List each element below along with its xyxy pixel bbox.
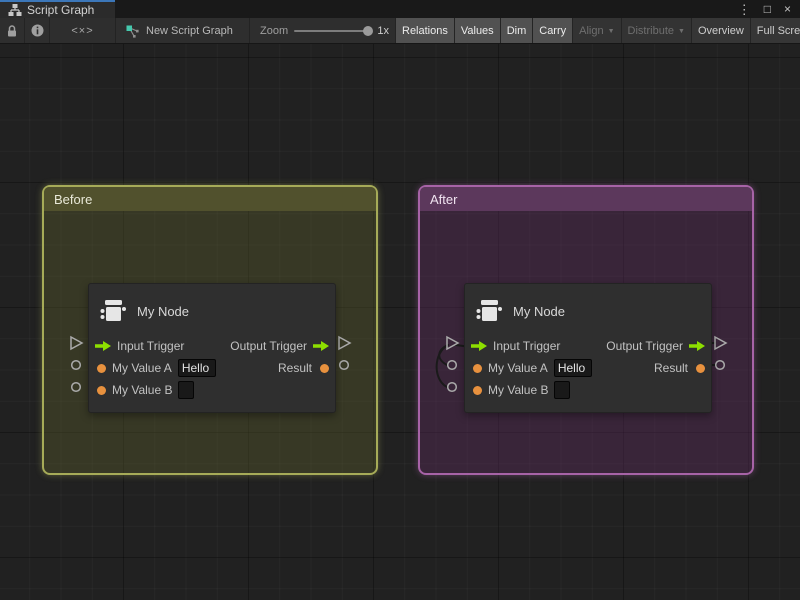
script-graph-window: Script Graph ⋮ □ × <×>: [0, 0, 800, 600]
caret-down-icon: ▼: [678, 28, 685, 35]
carry-button[interactable]: Carry: [532, 18, 572, 43]
value-b-port[interactable]: [72, 383, 81, 392]
window-menu-icon[interactable]: ⋮: [738, 3, 751, 16]
caret-down-icon: ▼: [608, 28, 615, 35]
group-before[interactable]: Before My Node: [42, 185, 378, 475]
dim-button[interactable]: Dim: [500, 18, 533, 43]
graph-canvas[interactable]: Before My Node: [0, 44, 800, 600]
value-b-label: My Value B: [488, 383, 548, 397]
group-after[interactable]: After: [418, 185, 754, 475]
trigger-arrow-icon: [313, 341, 329, 351]
group-after-header[interactable]: After: [420, 187, 752, 211]
info-icon: [31, 24, 44, 37]
lock-icon: [6, 24, 18, 38]
value-port-icon: [696, 364, 705, 373]
lock-button[interactable]: [0, 18, 25, 43]
full-screen-button[interactable]: Full Screen: [750, 18, 800, 43]
code-view-button[interactable]: <×>: [50, 18, 116, 43]
graph-toolbar: <×> New Script Graph Zoom 1x Relations V…: [0, 18, 800, 44]
maximize-icon[interactable]: □: [764, 3, 771, 15]
node-title: My Node: [513, 304, 565, 319]
result-label: Result: [654, 361, 688, 375]
value-b-input[interactable]: [178, 381, 194, 399]
distribute-button[interactable]: Distribute ▼: [621, 18, 691, 43]
zoom-label: Zoom: [260, 25, 288, 37]
input-trigger-label: Input Trigger: [493, 339, 560, 353]
tab-bar: Script Graph ⋮ □ ×: [0, 0, 800, 18]
value-port-icon: [473, 386, 482, 395]
tab-script-graph[interactable]: Script Graph: [0, 0, 115, 18]
zoom-value: 1x: [377, 25, 389, 37]
new-graph-icon: [126, 24, 140, 38]
value-a-input[interactable]: [178, 359, 216, 377]
value-b-port[interactable]: [448, 383, 457, 392]
output-trigger-label: Output Trigger: [230, 339, 307, 353]
input-trigger-label: Input Trigger: [117, 339, 184, 353]
unit-icon: [475, 297, 503, 325]
value-b-row: My Value B: [89, 380, 335, 400]
value-a-row: My Value A Result: [89, 358, 335, 378]
result-label: Result: [278, 361, 312, 375]
unit-icon: [99, 297, 127, 325]
zoom-control: Zoom 1x: [250, 18, 395, 43]
group-title: After: [430, 192, 457, 207]
zoom-slider[interactable]: [294, 30, 371, 32]
align-button[interactable]: Align ▼: [572, 18, 620, 43]
tab-title: Script Graph: [27, 3, 94, 17]
value-a-input[interactable]: [554, 359, 592, 377]
graph-selector-label: New Script Graph: [146, 25, 233, 37]
value-a-port[interactable]: [448, 361, 457, 370]
trigger-arrow-icon: [95, 341, 111, 351]
graph-selector[interactable]: New Script Graph: [116, 18, 250, 43]
node-my-node[interactable]: My Node Input Trigger Output Trigger My …: [88, 283, 336, 413]
relations-button[interactable]: Relations: [395, 18, 454, 43]
value-port-icon: [473, 364, 482, 373]
value-a-port[interactable]: [72, 361, 81, 370]
output-trigger-port[interactable]: [339, 337, 350, 349]
trigger-row: Input Trigger Output Trigger: [465, 336, 711, 356]
result-port[interactable]: [716, 361, 725, 370]
node-header: My Node: [99, 294, 325, 328]
trigger-row: Input Trigger Output Trigger: [89, 336, 335, 356]
group-title: Before: [54, 192, 92, 207]
input-trigger-port[interactable]: [71, 337, 82, 349]
connection-wire[interactable]: [439, 345, 448, 365]
value-b-label: My Value B: [112, 383, 172, 397]
zoom-slider-handle[interactable]: [363, 26, 373, 36]
input-trigger-port[interactable]: [447, 337, 458, 349]
value-a-label: My Value A: [112, 361, 172, 375]
value-port-icon: [320, 364, 329, 373]
value-port-icon: [97, 386, 106, 395]
graph-icon: [8, 3, 22, 17]
output-trigger-label: Output Trigger: [606, 339, 683, 353]
output-trigger-port[interactable]: [715, 337, 726, 349]
window-controls: ⋮ □ ×: [738, 0, 800, 18]
node-header: My Node: [475, 294, 701, 328]
value-b-row: My Value B: [465, 380, 711, 400]
group-before-header[interactable]: Before: [44, 187, 376, 211]
overview-button[interactable]: Overview: [691, 18, 750, 43]
code-icon: <×>: [71, 25, 93, 37]
value-port-icon: [97, 364, 106, 373]
close-icon[interactable]: ×: [784, 3, 791, 15]
connection-wire[interactable]: [437, 345, 448, 387]
node-my-node[interactable]: My Node Input Trigger Output Trigger My …: [464, 283, 712, 413]
info-button[interactable]: [25, 18, 50, 43]
value-a-row: My Value A Result: [465, 358, 711, 378]
node-title: My Node: [137, 304, 189, 319]
value-a-label: My Value A: [488, 361, 548, 375]
values-button[interactable]: Values: [454, 18, 500, 43]
value-b-input[interactable]: [554, 381, 570, 399]
trigger-arrow-icon: [689, 341, 705, 351]
result-port[interactable]: [340, 361, 349, 370]
trigger-arrow-icon: [471, 341, 487, 351]
